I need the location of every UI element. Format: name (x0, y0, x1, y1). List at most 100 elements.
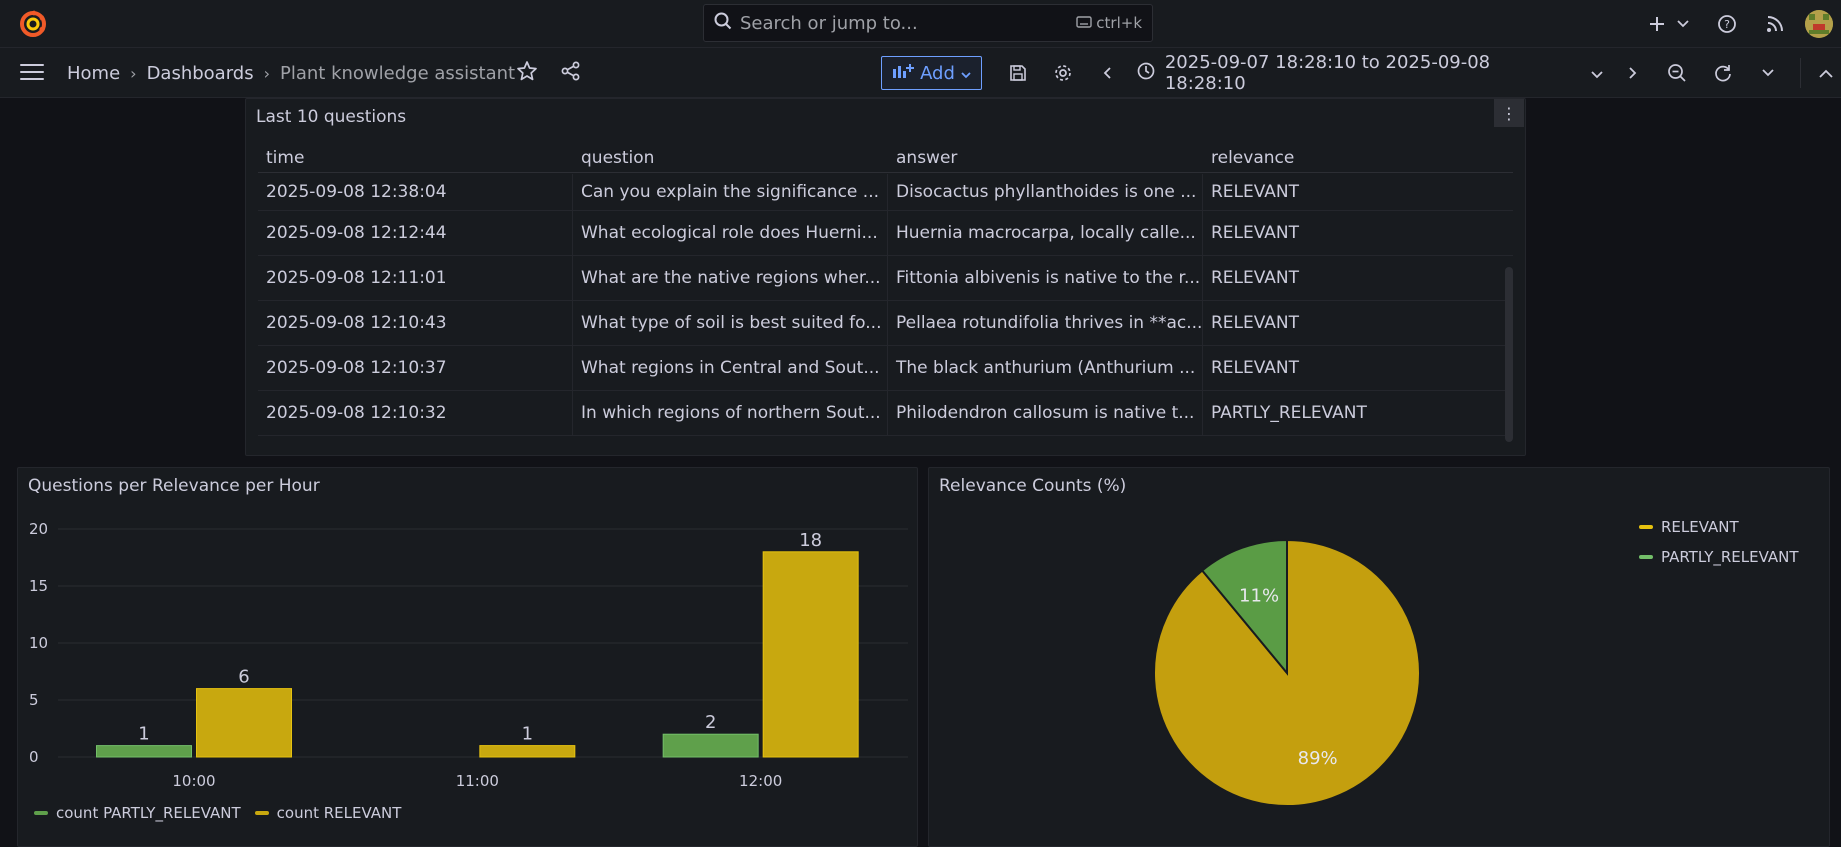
table-cell-question: What are the native regions wher... (573, 256, 888, 300)
table-cell-time: 2025-09-08 12:10:37 (258, 346, 573, 390)
y-tick-label: 10 (29, 634, 48, 652)
search-icon (714, 12, 732, 35)
legend-item-relevant[interactable]: count RELEVANT (254, 804, 401, 822)
share-icon[interactable] (560, 60, 582, 86)
x-tick-label: 10:00 (172, 772, 215, 790)
rss-icon[interactable] (1757, 15, 1793, 33)
pie-slice-label: 89% (1298, 748, 1338, 769)
topbar-actions: ? (1639, 0, 1841, 48)
bar-value-label: 6 (238, 667, 249, 688)
help-icon[interactable]: ? (1709, 14, 1745, 34)
gear-icon[interactable] (1040, 63, 1085, 83)
table-row[interactable]: 2025-09-08 12:38:04 Can you explain the s… (258, 174, 1513, 211)
chevron-left-icon[interactable] (1086, 66, 1131, 80)
bar-value-label: 1 (522, 724, 533, 745)
clock-icon (1137, 62, 1155, 85)
save-icon[interactable] (995, 64, 1040, 82)
dashboard-title-actions (516, 60, 582, 86)
table-cell-answer: Philodendron callosum is native t... (888, 391, 1203, 435)
x-tick-label: 12:00 (739, 772, 782, 790)
legend-item-partly-relevant[interactable]: count PARTLY_RELEVANT (34, 804, 241, 822)
chevron-down-icon (1591, 63, 1603, 84)
add-button[interactable]: Add (881, 56, 982, 90)
search-placeholder: Search or jump to... (740, 12, 918, 34)
column-header-answer[interactable]: answer (888, 143, 1203, 172)
table-cell-answer: Disocactus phyllanthoides is one ... (888, 174, 1203, 210)
svg-text:?: ? (1724, 18, 1730, 31)
grafana-logo-icon[interactable] (18, 9, 48, 39)
table-scrollbar[interactable] (1505, 267, 1513, 442)
table-cell-relevance: RELEVANT (1211, 223, 1300, 243)
star-icon[interactable] (516, 60, 538, 86)
table-row[interactable]: 2025-09-08 12:10:37 What regions in Centr… (258, 346, 1513, 391)
panel-title: Last 10 questions (256, 107, 407, 127)
table-cell-answer: Fittonia albivenis is native to the r... (888, 256, 1203, 300)
breadcrumb-home[interactable]: Home (67, 63, 120, 84)
plus-icon[interactable] (1639, 15, 1675, 33)
table-cell-time: 2025-09-08 12:10:32 (258, 391, 573, 435)
bar (96, 745, 192, 758)
breadcrumb-dashboards[interactable]: Dashboards (147, 63, 254, 84)
time-range-label: 2025-09-07 18:28:10 to 2025-09-08 18:28:… (1164, 52, 1491, 94)
table-cell-answer: Pellaea rotundifolia thrives in **ac... (888, 301, 1203, 345)
zoom-out-icon[interactable] (1655, 63, 1700, 83)
pie-chart: 89% 11% (1153, 538, 1421, 807)
table-row[interactable]: 2025-09-08 12:10:43 What type of soil is … (258, 301, 1513, 346)
table-row[interactable]: 2025-09-08 12:10:32 In which regions of n… (258, 391, 1513, 436)
table-cell-time: 2025-09-08 12:11:01 (258, 256, 573, 300)
top-bar: Search or jump to... ctrl+k ? (0, 0, 1841, 48)
legend-swatch (34, 811, 48, 815)
table-body: 2025-09-08 12:38:04 Can you explain the s… (258, 174, 1513, 440)
add-panel-icon (892, 63, 915, 84)
table-cell-time: 2025-09-08 12:10:43 (258, 301, 573, 345)
bar-value-label: 18 (799, 530, 822, 551)
menu-icon[interactable] (20, 64, 44, 82)
bar-value-label: 2 (705, 712, 716, 733)
chevron-right-icon: › (263, 63, 271, 83)
y-tick-label: 20 (29, 520, 48, 538)
table-cell-relevance: RELEVANT (1211, 358, 1300, 378)
column-header-question[interactable]: question (573, 143, 888, 172)
bar (479, 745, 576, 758)
y-tick-label: 5 (29, 691, 39, 709)
chart-legend: RELEVANT PARTLY_RELEVANT (1639, 518, 1799, 578)
bar-chart: 0 5 10 15 20 1 6 10:00 1 11:00 2 18 12:00 (29, 520, 908, 790)
chevron-right-icon: › (130, 63, 137, 83)
avatar[interactable] (1805, 10, 1833, 38)
legend-item-partly-relevant[interactable]: PARTLY_RELEVANT (1639, 548, 1799, 566)
table-header: time question answer relevance (258, 143, 1513, 173)
time-range-picker[interactable]: 2025-09-07 18:28:10 to 2025-09-08 18:28:… (1131, 52, 1609, 94)
add-button-label: Add (920, 62, 955, 84)
legend-label: RELEVANT (1661, 518, 1739, 536)
table-cell-question: In which regions of northern Sout... (573, 391, 888, 435)
collapse-icon[interactable] (1811, 69, 1841, 78)
keyboard-icon (1076, 14, 1092, 32)
bar-chart-panel: Questions per Relevance per Hour 0 5 10 15 2… (17, 467, 918, 847)
legend-label: PARTLY_RELEVANT (1661, 548, 1799, 566)
refresh-icon[interactable] (1700, 63, 1745, 83)
table-cell-answer: Huernia macrocarpa, locally calle... (888, 211, 1203, 255)
panel-menu-icon[interactable]: ⋮ (1494, 99, 1524, 127)
breadcrumb-current: Plant knowledge assistant (280, 62, 516, 84)
table-cell-time: 2025-09-08 12:38:04 (258, 174, 573, 210)
table-row[interactable]: 2025-09-08 12:11:01 What are the native r… (258, 256, 1513, 301)
column-header-relevance[interactable]: relevance (1203, 143, 1513, 172)
pie-chart-panel: Relevance Counts (%) 89% 11% RELEVANT PAR… (928, 467, 1830, 847)
column-header-time[interactable]: time (258, 143, 573, 172)
table-cell-relevance: RELEVANT (1211, 182, 1300, 202)
table-row[interactable]: 2025-09-08 12:12:44 What ecological role … (258, 211, 1513, 256)
legend-item-relevant[interactable]: RELEVANT (1639, 518, 1799, 536)
x-tick-label: 11:00 (456, 772, 499, 790)
bar (196, 688, 292, 758)
table-cell-question: What regions in Central and Sout... (573, 346, 888, 390)
bar-value-label: 1 (138, 724, 149, 745)
search-shortcut: ctrl+k (1076, 14, 1142, 32)
chart-legend: count PARTLY_RELEVANT count RELEVANT (34, 804, 401, 822)
chevron-down-icon[interactable] (1745, 69, 1790, 77)
divider (1800, 58, 1802, 88)
search-input[interactable]: Search or jump to... ctrl+k (703, 4, 1153, 42)
table-cell-question: What type of soil is best suited fo... (573, 301, 888, 345)
chevron-down-icon[interactable] (1675, 20, 1691, 28)
bar (762, 551, 859, 758)
chevron-right-icon[interactable] (1609, 66, 1654, 80)
